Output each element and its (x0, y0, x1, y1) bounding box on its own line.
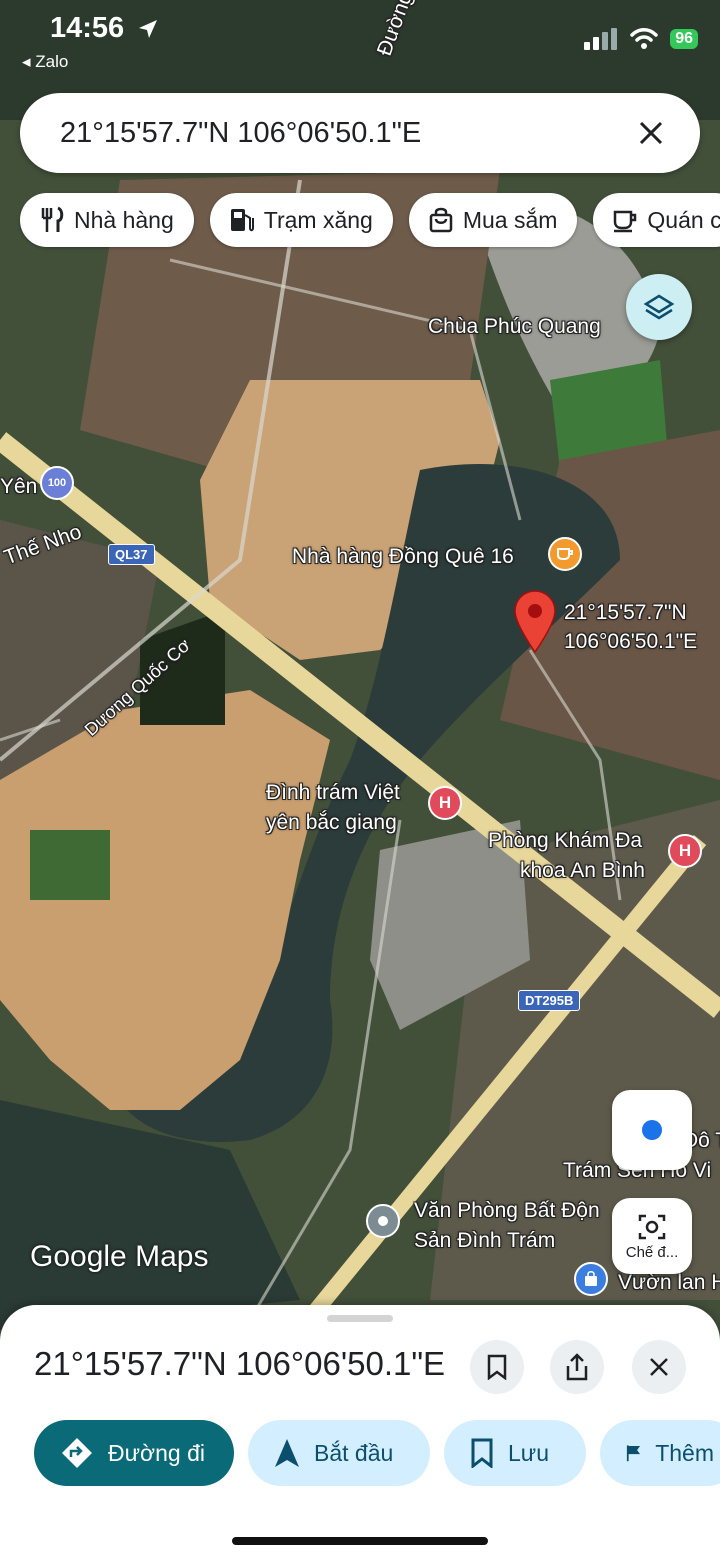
pin-coordinates-lng: 106°06'50.1"E (564, 630, 698, 653)
coffee-icon (557, 548, 573, 560)
poi-label: 100 (47, 477, 67, 489)
place-title: 21°15'57.7"N 106°06'50.1"E (34, 1345, 446, 1382)
share-button[interactable] (550, 1340, 604, 1394)
bookmark-icon (487, 1354, 507, 1380)
place-label-nha-hang[interactable]: Nhà hàng Đồng Quê 16 (292, 542, 514, 571)
layers-button[interactable] (626, 274, 692, 340)
poi-marker-cafe[interactable] (548, 537, 582, 571)
directions-button[interactable]: Đường đi (34, 1420, 234, 1486)
road-badge-ql37: QL37 (108, 544, 155, 565)
place-bottom-sheet[interactable]: 21°15'57.7"N 106°06'50.1"E Đường đi Bắt … (0, 1305, 720, 1557)
close-icon (650, 1358, 668, 1376)
action-label: Lưu (508, 1439, 549, 1466)
place-label-dinh-tram-2[interactable]: yên bắc giang (266, 808, 397, 837)
poi-marker-generic[interactable] (366, 1204, 400, 1238)
action-label: Thêm (655, 1439, 714, 1466)
chip-label: Trạm xăng (263, 206, 373, 233)
place-label-phong-kham-1[interactable]: Phòng Khám Đa (488, 826, 642, 855)
road-badge-dt295b: DT295B (518, 990, 581, 1011)
chip-label: Quán c (647, 206, 720, 233)
chip-label: Nhà hàng (74, 206, 174, 233)
place-label-yen[interactable]: Yên (0, 472, 37, 501)
search-input[interactable]: 21°15'57.7"N 106°06'50.1"E (60, 117, 630, 150)
layers-icon (643, 294, 675, 320)
close-sheet-button[interactable] (632, 1340, 686, 1394)
action-buttons: Đường đi Bắt đầu Lưu Thêm (34, 1420, 720, 1486)
dot-icon (378, 1216, 388, 1226)
action-label: Bắt đầu (314, 1439, 394, 1466)
more-button[interactable]: Thêm (600, 1420, 720, 1486)
camera-lens-icon (638, 1214, 666, 1239)
bookmark-icon (471, 1438, 493, 1468)
chip-shopping[interactable]: Mua sắm (408, 193, 578, 247)
shopping-bag-icon (429, 207, 453, 233)
chip-restaurants[interactable]: Nhà hàng (20, 193, 194, 247)
save-icon-button[interactable] (470, 1340, 524, 1394)
location-arrow-icon (139, 20, 157, 38)
save-button[interactable]: Lưu (444, 1420, 586, 1486)
restaurant-icon (41, 206, 64, 232)
flag-icon (626, 1445, 641, 1462)
shopping-marker[interactable] (574, 1262, 608, 1296)
lens-mode-label: Chế đ... (625, 1243, 679, 1261)
start-button[interactable]: Bắt đầu (248, 1420, 430, 1486)
category-chips: Nhà hàng Trạm xăng Mua sắm Quán c (20, 193, 720, 247)
hospital-icon: H (678, 841, 692, 860)
gas-station-icon (230, 209, 254, 232)
google-wordmark: Google (30, 1240, 127, 1273)
status-time: 14:56 (50, 12, 125, 44)
navigation-arrow-icon (275, 1439, 299, 1467)
drag-handle[interactable] (327, 1315, 393, 1322)
home-indicator (232, 1537, 488, 1545)
coffee-icon (614, 210, 637, 233)
shopping-bag-icon (585, 1271, 597, 1286)
place-label-chua-phuc-quang[interactable]: Chùa Phúc Quang (428, 312, 601, 341)
hospital-marker[interactable]: H (428, 786, 462, 820)
google-maps-logo: Google Maps (30, 1240, 208, 1274)
place-label-dinh-tram-1[interactable]: Đình trám Việt (266, 778, 400, 807)
chip-gas-stations[interactable]: Trạm xăng (209, 193, 393, 247)
my-location-button[interactable] (612, 1090, 692, 1170)
hospital-marker[interactable]: H (668, 834, 702, 868)
hospital-icon: H (438, 793, 452, 812)
place-label-van-phong-1[interactable]: Văn Phòng Bất Độn (414, 1196, 600, 1225)
wifi-icon (630, 28, 658, 49)
pin-coordinates-lat: 21°15'57.7"N (564, 601, 687, 624)
share-icon (566, 1353, 588, 1381)
clear-search-button[interactable] (630, 112, 672, 154)
place-label-phong-kham-2[interactable]: khoa An Bình (520, 856, 645, 885)
back-to-zalo-link[interactable]: ◂ Zalo (22, 52, 68, 72)
battery-indicator: 96 (670, 29, 698, 49)
chip-label: Mua sắm (462, 206, 558, 233)
place-label-van-phong-2[interactable]: Sản Đình Trám (414, 1226, 555, 1255)
poi-marker-100[interactable]: 100 (40, 466, 74, 500)
search-bar[interactable]: 21°15'57.7"N 106°06'50.1"E (20, 93, 700, 173)
close-icon (639, 121, 663, 145)
lens-mode-button[interactable]: Chế đ... (612, 1198, 692, 1274)
signal-icon (584, 28, 618, 50)
location-pin-icon[interactable] (513, 590, 557, 654)
chip-coffee[interactable]: Quán c (593, 193, 720, 247)
status-indicators: 96 (584, 28, 698, 50)
directions-icon (62, 1438, 92, 1468)
map-view[interactable]: 14:56 ◂ Zalo 96 21°15'57.7"N 106°06'50.1… (0, 0, 720, 1330)
my-location-icon (642, 1120, 662, 1140)
action-label: Đường đi (108, 1439, 205, 1466)
maps-wordmark: Maps (135, 1240, 209, 1273)
